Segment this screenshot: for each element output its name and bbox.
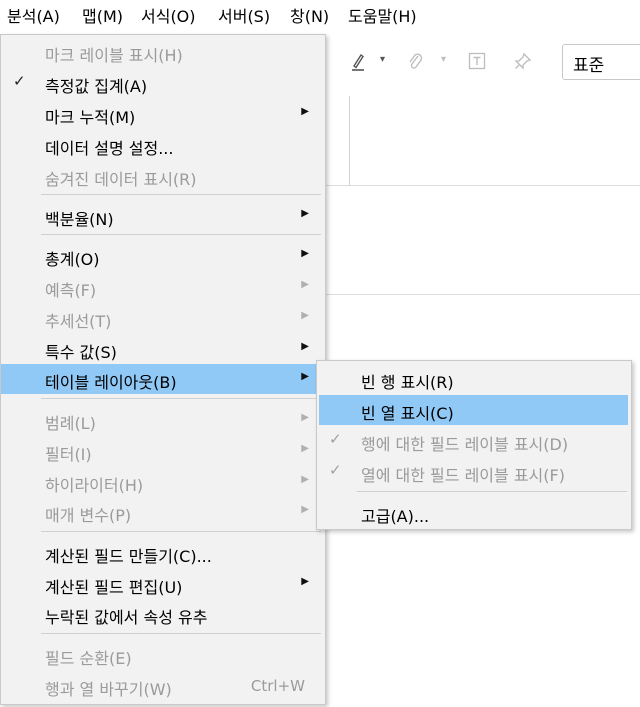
check-icon: ✓ — [13, 72, 26, 90]
chevron-down-icon[interactable]: ▾ — [380, 54, 385, 65]
chevron-right-icon: ▶ — [301, 443, 309, 454]
chevron-right-icon: ▶ — [301, 412, 309, 423]
separator — [357, 491, 627, 492]
menu-item-data-explanation-settings[interactable]: 데이터 설명 설정... — [1, 130, 325, 160]
submenu-item-show-empty-rows[interactable]: 빈 행 표시(R) — [317, 364, 631, 394]
menu-item-highlighters[interactable]: 하이라이터(H) ▶ — [1, 467, 325, 497]
rows-shelf — [326, 141, 640, 186]
submenu-item-advanced[interactable]: 고급(A)... — [317, 498, 631, 528]
analysis-menu: 마크 레이블 표시(H) ✓ 측정값 집계(A) 마크 누적(M) ▶ 데이터 … — [0, 34, 326, 705]
menu-server[interactable]: 서버(S) — [215, 0, 273, 34]
toolbar: ▾ ▾ 표준 — [326, 34, 640, 97]
menu-item-percentages[interactable]: 백분율(N) ▶ — [1, 201, 325, 231]
separator — [41, 633, 321, 634]
menu-item-parameters[interactable]: 매개 변수(P) ▶ — [1, 497, 325, 527]
menu-item-show-hidden-data[interactable]: 숨겨진 데이터 표시(R) — [1, 161, 325, 191]
separator — [41, 194, 321, 195]
menu-analysis[interactable]: 분석(A) — [4, 0, 63, 34]
menu-map[interactable]: 맵(M) — [79, 0, 126, 34]
check-icon: ✓ — [329, 430, 342, 448]
submenu-item-show-empty-columns[interactable]: 빈 열 표시(C) — [319, 395, 628, 425]
menu-item-forecast[interactable]: 예측(F) ▶ — [1, 272, 325, 302]
chevron-right-icon: ▶ — [301, 208, 309, 219]
shelf-divider — [349, 96, 350, 186]
paperclip-icon[interactable] — [408, 52, 424, 77]
chevron-right-icon: ▶ — [301, 279, 309, 290]
text-box-icon[interactable] — [468, 52, 486, 75]
menu-item-aggregate-measures[interactable]: ✓ 측정값 집계(A) — [1, 68, 325, 98]
menu-item-legends[interactable]: 범례(L) ▶ — [1, 405, 325, 435]
view-divider — [326, 294, 640, 295]
chevron-right-icon: ▶ — [301, 248, 309, 259]
separator — [41, 234, 321, 235]
menu-item-cycle-fields[interactable]: 필드 순환(E) — [1, 640, 325, 670]
menu-format[interactable]: 서식(O) — [138, 0, 199, 34]
chevron-right-icon: ▶ — [301, 576, 309, 587]
separator — [41, 398, 321, 399]
submenu-item-show-row-field-labels[interactable]: ✓ 행에 대한 필드 레이블 표시(D) — [317, 426, 631, 456]
menu-item-infer-properties[interactable]: 누락된 값에서 속성 유추 — [1, 599, 325, 629]
menu-help[interactable]: 도움말(H) — [345, 0, 420, 34]
menu-item-swap-rows-columns[interactable]: 행과 열 바꾸기(W) Ctrl+W — [1, 671, 325, 701]
chevron-right-icon: ▶ — [301, 341, 309, 352]
menu-item-table-layout[interactable]: 테이블 레이아웃(B) ▶ — [1, 364, 325, 394]
menu-window[interactable]: 창(N) — [287, 0, 332, 34]
menu-item-stack-marks[interactable]: 마크 누적(M) ▶ — [1, 99, 325, 129]
menu-item-special-values[interactable]: 특수 값(S) ▶ — [1, 334, 325, 364]
check-icon: ✓ — [329, 461, 342, 479]
table-layout-submenu: 빈 행 표시(R) 빈 열 표시(C) ✓ 행에 대한 필드 레이블 표시(D)… — [316, 360, 632, 530]
menu-item-edit-calculated-field[interactable]: 계산된 필드 편집(U) ▶ — [1, 569, 325, 599]
menu-item-show-mark-labels[interactable]: 마크 레이블 표시(H) — [1, 37, 325, 67]
submenu-item-show-column-field-labels[interactable]: ✓ 열에 대한 필드 레이블 표시(F) — [317, 457, 631, 487]
pen-icon[interactable] — [350, 52, 366, 77]
menu-item-filters[interactable]: 필터(I) ▶ — [1, 436, 325, 466]
menubar: 분석(A) 맵(M) 서식(O) 서버(S) 창(N) 도움말(H) — [0, 0, 640, 34]
menu-item-create-calculated-field[interactable]: 계산된 필드 만들기(C)... — [1, 538, 325, 568]
columns-shelf — [326, 96, 640, 142]
format-dropdown[interactable]: 표준 — [562, 44, 640, 80]
chevron-right-icon: ▶ — [301, 504, 309, 515]
format-dropdown-value: 표준 — [573, 56, 605, 76]
separator — [41, 531, 321, 532]
menu-item-totals[interactable]: 총계(O) ▶ — [1, 241, 325, 271]
menu-item-trend-lines[interactable]: 추세선(T) ▶ — [1, 303, 325, 333]
chevron-right-icon: ▶ — [301, 106, 309, 117]
pin-icon[interactable] — [514, 52, 532, 75]
chevron-right-icon: ▶ — [301, 474, 309, 485]
chevron-right-icon: ▶ — [301, 371, 309, 382]
shortcut-label: Ctrl+W — [250, 677, 305, 695]
chevron-down-icon: ▾ — [441, 54, 447, 65]
chevron-right-icon: ▶ — [301, 310, 309, 321]
